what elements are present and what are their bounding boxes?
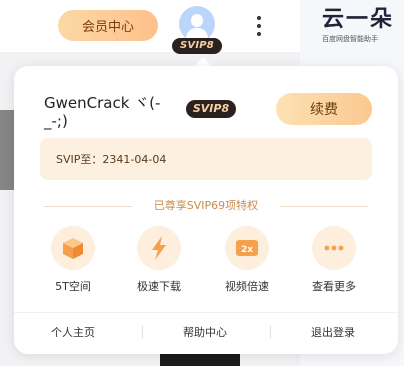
more-dots-icon xyxy=(312,226,356,270)
logo-text: 云一朵 xyxy=(322,7,395,32)
member-center-button[interactable]: 会员中心 xyxy=(58,10,158,41)
background-image-edge xyxy=(0,110,14,190)
video-speed-icon: 2x xyxy=(225,226,269,270)
separator xyxy=(142,325,143,339)
more-vertical-icon[interactable] xyxy=(252,14,266,38)
feature-label: 查看更多 xyxy=(312,280,356,293)
lightning-icon xyxy=(137,226,181,270)
profile-link[interactable]: 个人主页 xyxy=(18,324,128,340)
svip-level-badge: SVIP8 xyxy=(186,100,236,118)
renew-button[interactable]: 续费 xyxy=(276,93,372,125)
feature-video-speed[interactable]: 2x 视频倍速 xyxy=(211,226,283,294)
divider xyxy=(14,312,398,313)
video-speed-icon-text: 2x xyxy=(241,245,253,255)
account-popup: GwenCrack ヾ(-_-;) SVIP8 续费 SVIP至：2341-04… xyxy=(14,66,398,354)
help-center-link[interactable]: 帮助中心 xyxy=(150,324,260,340)
expiry-banner: SVIP至：2341-04-04 xyxy=(40,138,372,180)
logo: 云一朵 百度网盘智能助手 xyxy=(322,8,402,48)
feature-label: 5T空间 xyxy=(55,280,91,293)
separator xyxy=(270,325,271,339)
feature-label: 视频倍速 xyxy=(225,280,269,293)
avatar[interactable]: SVIP8 xyxy=(172,6,226,54)
logout-link[interactable]: 退出登录 xyxy=(278,324,388,340)
feature-fast-download[interactable]: 极速下载 xyxy=(123,226,195,294)
expiry-date: SVIP至：2341-04-04 xyxy=(56,153,167,166)
box-icon xyxy=(51,226,95,270)
user-avatar-icon xyxy=(179,6,215,42)
feature-view-more[interactable]: 查看更多 xyxy=(298,226,370,294)
feature-label: 极速下载 xyxy=(137,280,181,293)
logo-subtext: 百度网盘智能助手 xyxy=(322,35,378,43)
svip-level-badge: SVIP8 xyxy=(172,38,222,54)
username: GwenCrack ヾ(-_-;) xyxy=(44,94,161,130)
divider xyxy=(280,206,368,207)
feature-storage[interactable]: 5T空间 xyxy=(37,226,109,294)
privilege-title: 已尊享SVIP69项特权 xyxy=(153,199,259,212)
